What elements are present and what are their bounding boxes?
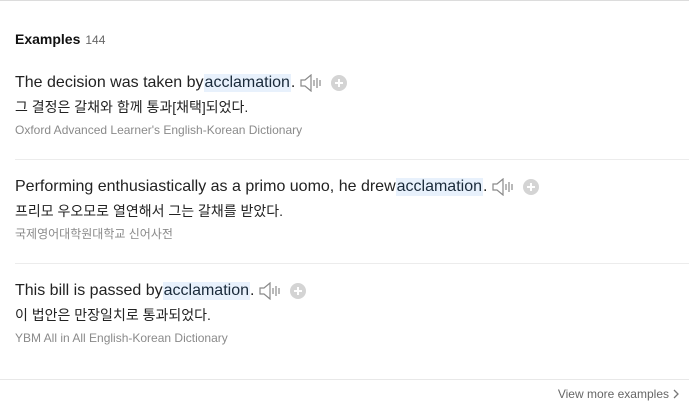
highlighted-word: acclamation — [203, 74, 291, 92]
example-source: Oxford Advanced Learner's English-Korean… — [15, 123, 303, 137]
sentence-text: Performing enthusiastically as a primo u… — [15, 178, 396, 195]
section-title: Examples — [15, 31, 81, 47]
sentence-text: The decision was taken by — [15, 74, 204, 91]
example-translation: 그 결정은 갈채와 함께 통과[채택]되었다. — [15, 99, 249, 115]
add-icon[interactable] — [331, 75, 348, 91]
footer-divider — [0, 379, 689, 380]
example-divider — [15, 159, 689, 160]
example-item: The decision was taken by acclamation. 그… — [15, 71, 689, 138]
highlighted-word: acclamation — [162, 282, 250, 300]
chevron-right-icon — [673, 389, 679, 399]
add-icon[interactable] — [290, 283, 307, 299]
sentence-end: . — [483, 178, 488, 195]
example-item: This bill is passed by acclamation. 이 법안… — [15, 279, 689, 346]
example-item: Performing enthusiastically as a primo u… — [15, 175, 689, 242]
view-more-examples-link[interactable]: View more examples — [558, 387, 679, 401]
top-divider — [0, 0, 689, 1]
example-sentence: This bill is passed by acclamation. — [15, 279, 689, 303]
sentence-text: This bill is passed by — [15, 282, 163, 299]
sentence-end: . — [250, 282, 255, 299]
examples-count: 144 — [85, 33, 106, 47]
view-more-label: View more examples — [557, 387, 669, 401]
highlighted-word: acclamation — [395, 178, 483, 196]
example-source: YBM All in All English-Korean Dictionary — [15, 331, 228, 345]
examples-header: Examples 144 — [15, 31, 105, 47]
example-divider — [15, 263, 689, 264]
speaker-icon[interactable] — [300, 74, 324, 92]
sentence-end: . — [290, 74, 296, 91]
example-translation: 이 법안은 만장일치로 통과되었다. — [15, 307, 211, 323]
speaker-icon[interactable] — [492, 178, 516, 196]
example-sentence: Performing enthusiastically as a primo u… — [15, 175, 689, 199]
example-translation: 프리모 우오모로 열연해서 그는 갈채를 받았다. — [15, 203, 284, 219]
speaker-icon[interactable] — [259, 282, 283, 300]
example-source: 국제영어대학원대학교 신어사전 — [15, 227, 173, 241]
add-icon[interactable] — [523, 179, 540, 195]
example-sentence: The decision was taken by acclamation. — [15, 71, 689, 95]
